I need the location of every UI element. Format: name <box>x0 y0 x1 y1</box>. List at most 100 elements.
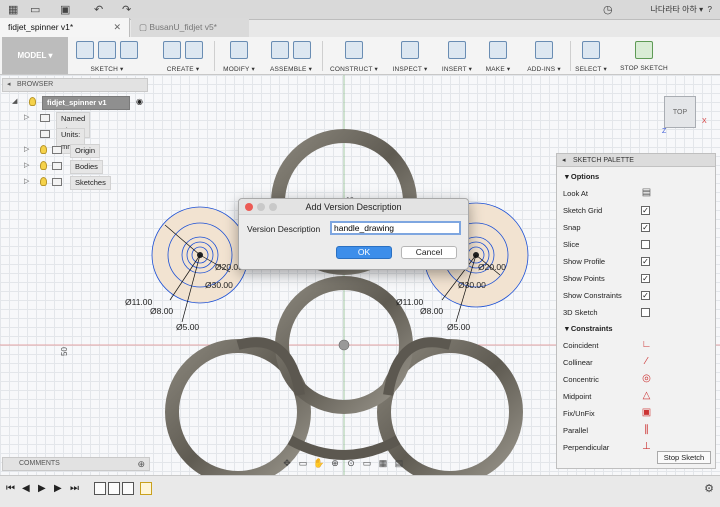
sketch-menu-label[interactable]: SKETCH <box>90 66 118 73</box>
tab-fidjet-spinner[interactable]: fidjet_spinner v1* ✕ <box>0 18 130 37</box>
root-component-label[interactable]: fidjet_spinner v1 <box>42 96 130 110</box>
add-ins-menu-label[interactable]: ADD-INS <box>527 66 555 73</box>
zoom-icon[interactable]: ⊕ <box>328 457 342 469</box>
options-section-header[interactable]: ▾ Options <box>557 170 599 183</box>
assemble-menu-label[interactable]: ASSEMBLE <box>270 66 307 73</box>
go-to-end-icon[interactable]: ⏭ <box>70 483 79 494</box>
constraint-parallel[interactable]: Parallel ∥ <box>557 422 715 439</box>
sketch-group[interactable]: SKETCH ▾ <box>72 37 142 74</box>
palette-header[interactable]: ◂ SKETCH PALETTE <box>557 154 715 167</box>
option-show-points[interactable]: Show Points ✓ <box>557 270 715 287</box>
rectangle-icon[interactable] <box>120 41 138 59</box>
close-window-icon[interactable] <box>245 203 253 211</box>
timeline-feature-active-sketch[interactable] <box>140 482 152 495</box>
create-group[interactable]: CREATE ▾ <box>158 37 208 74</box>
measure-icon[interactable] <box>401 41 419 59</box>
constraint-coincident[interactable]: Coincident ∟ <box>557 337 715 354</box>
box-icon[interactable] <box>163 41 181 59</box>
cancel-button[interactable]: Cancel <box>401 246 457 259</box>
viewports-icon[interactable]: ▤ <box>392 457 406 469</box>
look-at-icon[interactable]: ▤ <box>641 187 652 198</box>
option-slice[interactable]: Slice <box>557 236 715 253</box>
expand-icon[interactable]: ▷ <box>24 112 29 124</box>
orbit-icon[interactable]: ✥ <box>280 457 294 469</box>
look-at-icon[interactable]: ▭ <box>296 457 310 469</box>
press-pull-icon[interactable] <box>230 41 248 59</box>
midpoint-icon[interactable]: △ <box>641 390 652 401</box>
show-points-checkbox[interactable]: ✓ <box>641 274 650 283</box>
assemble-group[interactable]: ASSEMBLE ▾ <box>266 37 316 74</box>
construct-menu-label[interactable]: CONSTRUCT <box>330 66 373 73</box>
stop-sketch-label[interactable]: STOP SKETCH <box>620 65 668 72</box>
construct-group[interactable]: CONSTRUCT ▾ <box>328 37 380 74</box>
scripts-icon[interactable] <box>535 41 553 59</box>
print-3d-icon[interactable] <box>489 41 507 59</box>
option-look-at[interactable]: Look At ▤ <box>557 185 715 202</box>
collapse-icon[interactable]: ◂ <box>7 79 11 91</box>
collinear-icon[interactable]: ⁄ <box>641 356 652 367</box>
user-menu[interactable]: 나다라타 아하 ▾ ? <box>650 4 712 15</box>
redo-icon[interactable]: ↷ <box>122 3 131 16</box>
stop-sketch-group[interactable]: STOP SKETCH <box>614 37 674 74</box>
clock-icon[interactable]: ◷ <box>603 3 613 16</box>
folder-icon[interactable]: ▭ <box>30 3 40 16</box>
pan-icon[interactable]: ✋ <box>312 457 326 469</box>
add-comment-icon[interactable]: ⊕ <box>137 458 145 470</box>
expand-icon[interactable]: ▷ <box>24 160 29 172</box>
constraint-concentric[interactable]: Concentric ◎ <box>557 371 715 388</box>
component-icon[interactable] <box>271 41 289 59</box>
insert-menu-label[interactable]: INSERT <box>442 66 467 73</box>
visibility-bulb-icon[interactable] <box>40 161 47 170</box>
show-constraints-checkbox[interactable]: ✓ <box>641 291 650 300</box>
modify-group[interactable]: MODIFY ▾ <box>220 37 258 74</box>
expand-icon[interactable]: ◢ <box>12 96 17 108</box>
stop-sketch-icon[interactable] <box>635 41 653 59</box>
modify-menu-label[interactable]: MODIFY <box>223 66 249 73</box>
constraint-collinear[interactable]: Collinear ⁄ <box>557 354 715 371</box>
concentric-icon[interactable]: ◎ <box>641 373 652 384</box>
grid-settings-icon[interactable]: ▦ <box>376 457 390 469</box>
make-group[interactable]: MAKE ▾ <box>480 37 516 74</box>
make-menu-label[interactable]: MAKE <box>486 66 505 73</box>
collapse-icon[interactable]: ◂ <box>562 154 566 167</box>
snap-checkbox[interactable]: ✓ <box>641 223 650 232</box>
save-icon[interactable]: ▣ <box>60 3 70 16</box>
create-menu-label[interactable]: CREATE <box>167 66 194 73</box>
display-settings-icon[interactable]: ▭ <box>360 457 374 469</box>
parallel-icon[interactable]: ∥ <box>641 424 652 435</box>
workspace-switcher[interactable]: MODEL ▾ <box>2 37 68 74</box>
select-icon[interactable] <box>582 41 600 59</box>
coincident-icon[interactable]: ∟ <box>641 339 652 350</box>
option-snap[interactable]: Snap ✓ <box>557 219 715 236</box>
go-to-start-icon[interactable]: ⏮ <box>6 483 15 494</box>
zoom-window-icon[interactable]: ⊙ <box>344 457 358 469</box>
create-sketch-icon[interactable] <box>76 41 94 59</box>
tab-busanu-fidjet[interactable]: ▢ BusanU_fidjet v5* <box>131 18 249 37</box>
version-description-input[interactable] <box>330 221 461 235</box>
lock-icon[interactable]: ▣ <box>641 407 652 418</box>
line-icon[interactable] <box>98 41 116 59</box>
perpendicular-icon[interactable]: ⊥ <box>641 441 652 452</box>
visibility-bulb-icon[interactable] <box>40 145 47 154</box>
select-group[interactable]: SELECT ▾ <box>572 37 610 74</box>
pattern-icon[interactable] <box>185 41 203 59</box>
viewcube[interactable]: TOP <box>664 96 696 128</box>
grid-menu-icon[interactable]: ▦ <box>8 3 18 16</box>
option-sketch-grid[interactable]: Sketch Grid ✓ <box>557 202 715 219</box>
help-icon[interactable]: ? <box>708 5 712 14</box>
constraint-midpoint[interactable]: Midpoint △ <box>557 388 715 405</box>
timeline-feature-sketch[interactable] <box>94 482 106 495</box>
play-icon[interactable]: ▶ <box>38 483 46 494</box>
close-icon[interactable]: ✕ <box>113 18 121 37</box>
plane-icon[interactable] <box>345 41 363 59</box>
constraint-fix-unfix[interactable]: Fix/UnFix ▣ <box>557 405 715 422</box>
timeline-feature-extrude[interactable] <box>108 482 120 495</box>
show-profile-checkbox[interactable]: ✓ <box>641 257 650 266</box>
step-forward-icon[interactable]: ▶ <box>54 483 62 494</box>
add-ins-group[interactable]: ADD-INS ▾ <box>522 37 566 74</box>
browser-header[interactable]: ◂ BROWSER <box>2 78 148 92</box>
expand-icon[interactable]: ▷ <box>24 176 29 188</box>
constraints-section-header[interactable]: ▾ Constraints <box>557 322 613 335</box>
inspect-group[interactable]: INSPECT ▾ <box>388 37 432 74</box>
timeline-feature-fillet[interactable] <box>122 482 134 495</box>
